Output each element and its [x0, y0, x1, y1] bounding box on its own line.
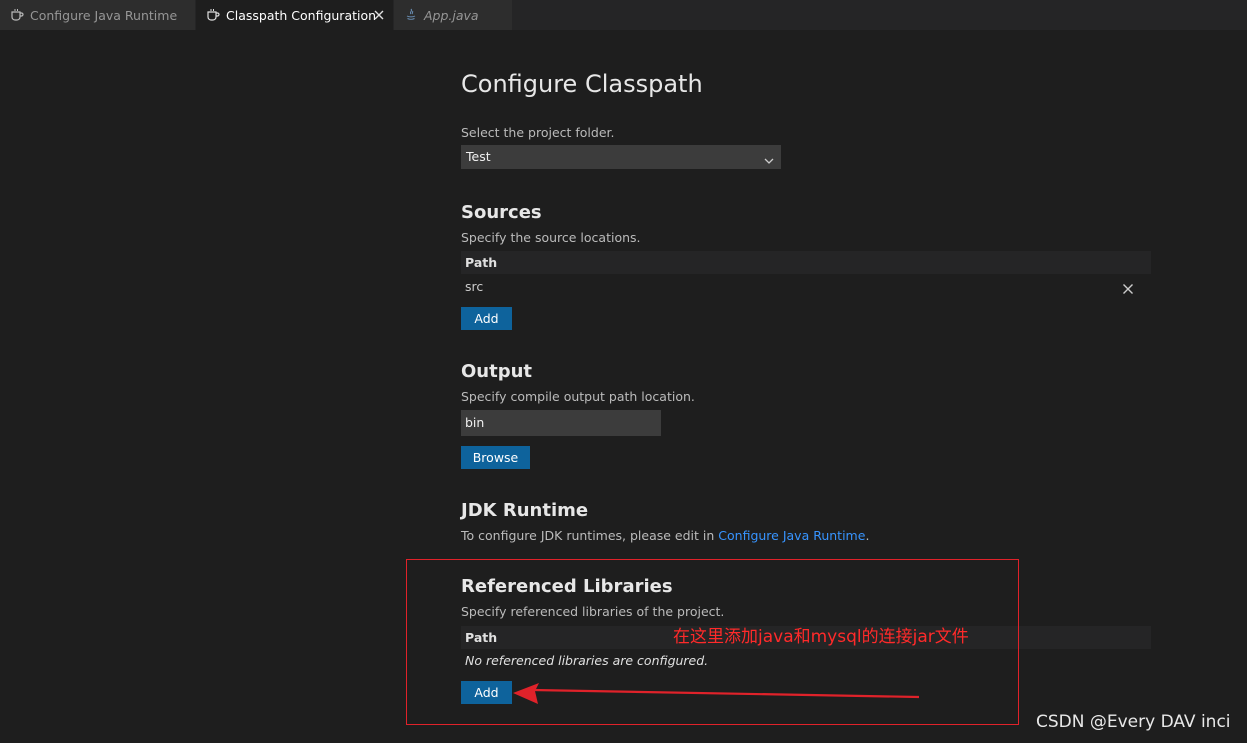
tab-app-java[interactable]: App.java: [394, 0, 512, 30]
jdk-description-text: To configure JDK runtimes, please edit i…: [461, 528, 719, 543]
table-row: src: [461, 275, 1151, 299]
tab-configure-java-runtime[interactable]: Configure Java Runtime: [0, 0, 195, 30]
java-cup-icon: [206, 8, 220, 22]
source-path: src: [465, 279, 484, 294]
sources-description: Specify the source locations.: [461, 230, 641, 245]
jdk-runtime-description: To configure JDK runtimes, please edit i…: [461, 528, 869, 543]
project-folder-label: Select the project folder.: [461, 125, 615, 140]
chevron-down-icon: [763, 151, 775, 164]
close-icon[interactable]: [371, 7, 387, 23]
add-source-button[interactable]: Add: [461, 307, 512, 330]
browse-button[interactable]: Browse: [461, 446, 530, 469]
tab-label: Classpath Configuration: [226, 7, 377, 23]
output-heading: Output: [461, 361, 533, 382]
arrow-icon: [513, 683, 920, 704]
project-folder-value: Test: [466, 149, 491, 164]
jdk-description-suffix: .: [865, 528, 870, 543]
page-title: Configure Classpath: [461, 70, 703, 98]
output-path-input[interactable]: bin: [461, 410, 661, 436]
java-cup-icon: [10, 8, 24, 22]
annotation-text: 在这里添加java和mysql的连接jar文件: [673, 627, 969, 647]
tab-label: Configure Java Runtime: [30, 7, 178, 23]
project-folder-select[interactable]: Test: [461, 145, 781, 169]
tab-label: App.java: [424, 7, 479, 23]
configure-java-runtime-link[interactable]: Configure Java Runtime: [718, 528, 865, 543]
tab-classpath-configuration[interactable]: Classpath Configuration: [196, 0, 393, 30]
watermark: CSDN @Every DAV inci: [1036, 712, 1231, 732]
sources-heading: Sources: [461, 202, 542, 223]
remove-icon[interactable]: [1121, 280, 1135, 294]
sources-path-header: Path: [461, 251, 1151, 274]
jdk-runtime-heading: JDK Runtime: [461, 500, 589, 521]
output-description: Specify compile output path location.: [461, 389, 695, 404]
java-file-icon: [404, 8, 418, 22]
editor-tab-bar: Configure Java Runtime Classpath Configu…: [0, 0, 1247, 30]
